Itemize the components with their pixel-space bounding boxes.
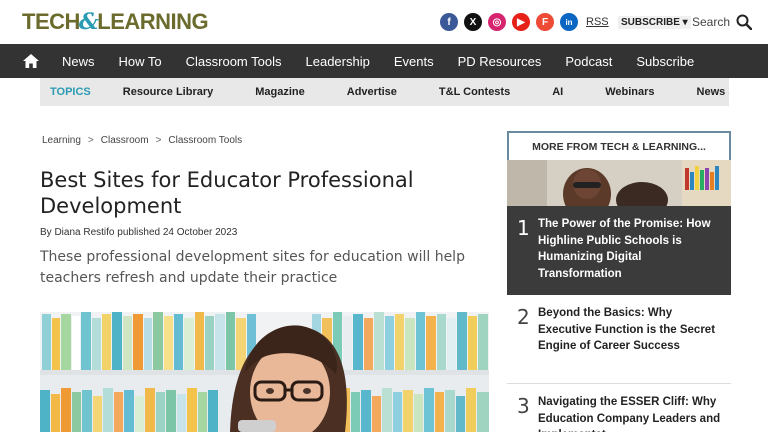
item-title[interactable]: Beyond the Basics: Why Executive Functio… (538, 305, 724, 355)
featured-item-text-panel: 1 The Power of the Promise: How Highline… (507, 206, 731, 295)
breadcrumb-classroom[interactable]: Classroom (101, 135, 149, 146)
nav-item-events[interactable]: Events (394, 54, 434, 69)
item-number: 2 (517, 305, 530, 329)
byline-prefix: By (40, 227, 52, 238)
published-label: published (117, 227, 161, 238)
sidebar-featured-item[interactable]: 1 The Power of the Promise: How Highline… (507, 160, 731, 295)
nav-item-pd-resources[interactable]: PD Resources (458, 54, 542, 69)
topic-resource-library[interactable]: Resource Library (123, 86, 213, 98)
home-button[interactable] (0, 44, 62, 78)
nav-item-subscribe[interactable]: Subscribe (636, 54, 694, 69)
byline: By Diana Restifo published 24 October 20… (40, 227, 237, 238)
subscribe-dropdown[interactable]: SUBSCRIBE ▾ (618, 16, 691, 29)
youtube-icon[interactable]: ▶ (512, 13, 530, 31)
search-button[interactable]: Search (692, 14, 753, 30)
facebook-icon[interactable]: f (440, 13, 458, 31)
site-header: TECH&LEARNING f X ◎ ▶ F in RSS SUBSCRIBE… (0, 0, 768, 44)
breadcrumb-learning[interactable]: Learning (42, 135, 81, 146)
site-logo[interactable]: TECH&LEARNING (22, 9, 209, 35)
nav-item-classroom-tools[interactable]: Classroom Tools (186, 54, 282, 69)
topic-webinars[interactable]: Webinars (605, 86, 654, 98)
publish-date: 24 October 2023 (162, 227, 238, 238)
main-navigation: News How To Classroom Tools Leadership E… (0, 44, 768, 78)
sidebar-divider (507, 383, 731, 384)
hero-image (40, 312, 489, 432)
sidebar-item[interactable]: 2 Beyond the Basics: Why Executive Funct… (507, 303, 731, 375)
featured-item-image (507, 160, 731, 206)
home-icon (23, 54, 39, 68)
more-from-header: MORE FROM TECH & LEARNING... (507, 131, 731, 160)
nav-item-leadership[interactable]: Leadership (306, 54, 370, 69)
nav-item-news[interactable]: News (62, 54, 95, 69)
flipboard-icon[interactable]: F (536, 13, 554, 31)
breadcrumb: Learning > Classroom > Classroom Tools (42, 135, 242, 146)
sidebar-item[interactable]: 3 Navigating the ESSER Cliff: Why Educat… (507, 392, 731, 432)
item-title[interactable]: Navigating the ESSER Cliff: Why Educatio… (538, 394, 724, 432)
linkedin-icon[interactable]: in (560, 13, 578, 31)
rss-link[interactable]: RSS (586, 16, 609, 28)
logo-text-learning: LEARNING (97, 9, 209, 34)
item-title[interactable]: The Power of the Promise: How Highline P… (538, 216, 724, 282)
instagram-icon[interactable]: ◎ (488, 13, 506, 31)
hero-photo-bookshelf-teacher (40, 312, 489, 432)
article-title: Best Sites for Educator Professional Dev… (40, 168, 414, 218)
nav-item-podcast[interactable]: Podcast (565, 54, 612, 69)
logo-text-tech: TECH (22, 9, 80, 34)
article-standfirst: These professional development sites for… (40, 249, 465, 286)
breadcrumb-classroom-tools[interactable]: Classroom Tools (168, 135, 242, 146)
breadcrumb-separator: > (87, 135, 94, 146)
topics-label: TOPICS (50, 86, 91, 98)
author-link[interactable]: Diana Restifo (54, 227, 114, 238)
featured-photo (507, 160, 731, 206)
topic-tl-contests[interactable]: T&L Contests (439, 86, 510, 98)
x-twitter-icon[interactable]: X (464, 13, 482, 31)
social-links: f X ◎ ▶ F in RSS (440, 13, 609, 31)
topic-magazine[interactable]: Magazine (255, 86, 305, 98)
search-icon (736, 14, 753, 30)
search-label: Search (692, 15, 731, 29)
nav-item-how-to[interactable]: How To (119, 54, 162, 69)
breadcrumb-separator: > (155, 135, 162, 146)
topic-advertise[interactable]: Advertise (347, 86, 397, 98)
topics-bar: TOPICS Resource Library Magazine Adverti… (40, 78, 729, 106)
topic-news-signup[interactable]: News Sig (697, 86, 729, 98)
more-from-title: MORE FROM TECH & LEARNING... (532, 140, 706, 153)
item-number: 1 (517, 216, 530, 240)
logo-ampersand: & (78, 9, 99, 35)
item-number: 3 (517, 394, 530, 418)
topic-ai[interactable]: AI (552, 86, 563, 98)
